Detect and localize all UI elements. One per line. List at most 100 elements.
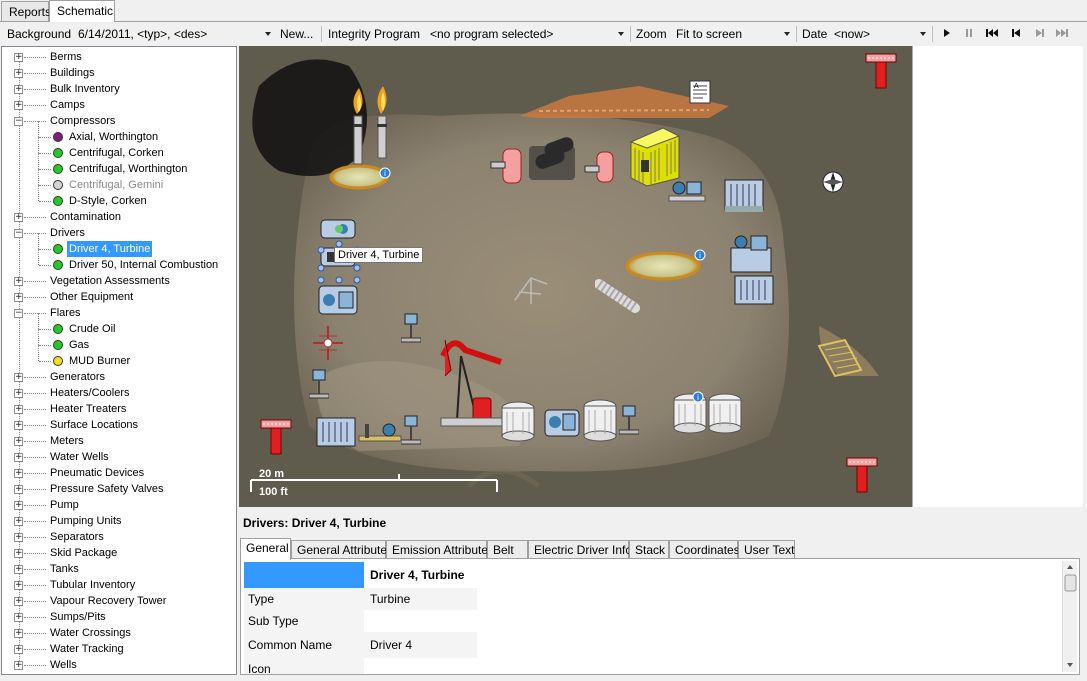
- asset-tree[interactable]: + Berms + Buildings + Bulk Inventory + Camps − Co…: [1, 46, 237, 675]
- tree-node-tubular-inventory[interactable]: + Tubular Inventory: [2, 577, 236, 593]
- chevron-down-icon[interactable]: [920, 32, 926, 36]
- grid-value[interactable]: [366, 658, 477, 674]
- expand-icon[interactable]: +: [14, 213, 23, 222]
- zoom-select[interactable]: Fit to screen: [676, 27, 792, 41]
- structure-icon[interactable]: [511, 274, 551, 306]
- expand-icon[interactable]: +: [14, 661, 23, 670]
- separator-group-icon[interactable]: [489, 134, 634, 192]
- info-icon[interactable]: i: [379, 167, 391, 179]
- tab-coordinates[interactable]: Coordinates: [669, 540, 740, 559]
- grid-row-common-name[interactable]: Common Name Driver 4: [244, 632, 477, 658]
- driver-ic-icon[interactable]: [317, 280, 361, 320]
- expand-icon[interactable]: +: [14, 437, 23, 446]
- flare-icon[interactable]: [347, 86, 397, 166]
- tab-user-text[interactable]: User Text: [738, 540, 795, 559]
- tab-emission-attributes[interactable]: Emission Attributes: [386, 540, 494, 559]
- grid-value[interactable]: [366, 610, 477, 632]
- tree-node-pressure-safety-valves[interactable]: + Pressure Safety Valves: [2, 481, 236, 497]
- pipe-icon[interactable]: [595, 278, 641, 314]
- valve-icon[interactable]: [313, 326, 343, 360]
- info-icon[interactable]: i: [692, 391, 704, 403]
- expand-icon[interactable]: +: [14, 69, 23, 78]
- schematic-map[interactable]: i i A Driver 4, Turbine i 20 m 100 ft: [239, 46, 912, 507]
- new-background-button[interactable]: New...: [280, 27, 313, 41]
- tree-node-camps[interactable]: + Camps: [2, 97, 236, 113]
- grid-row-icon[interactable]: Icon: [244, 658, 477, 674]
- grid-value[interactable]: Turbine: [366, 588, 477, 610]
- tree-node-skid-package[interactable]: + Skid Package: [2, 545, 236, 561]
- grid-value[interactable]: Driver 4: [366, 632, 477, 658]
- expand-icon[interactable]: +: [14, 597, 23, 606]
- tree-node-bulk-inventory[interactable]: + Bulk Inventory: [2, 81, 236, 97]
- tree-node-vapour-recovery-tower[interactable]: + Vapour Recovery Tower: [2, 593, 236, 609]
- expand-icon[interactable]: +: [14, 85, 23, 94]
- tree-leaf-d-style-corken[interactable]: D-Style, Corken: [2, 185, 236, 209]
- tree-node-generators[interactable]: + Generators: [2, 369, 236, 385]
- expand-icon[interactable]: +: [14, 613, 23, 622]
- meter-icon[interactable]: [309, 368, 329, 404]
- tree-node-buildings[interactable]: + Buildings: [2, 65, 236, 81]
- play-icon[interactable]: [941, 27, 953, 39]
- cattle-guard-icon[interactable]: [815, 336, 865, 380]
- tree-node-water-wells[interactable]: + Water Wells: [2, 449, 236, 465]
- tree-leaf-mud-burner[interactable]: MUD Burner: [2, 345, 236, 369]
- tank-icon[interactable]: [706, 392, 744, 434]
- tab-general[interactable]: General: [240, 538, 291, 560]
- expand-icon[interactable]: +: [14, 501, 23, 510]
- tree-node-sumps-pits[interactable]: + Sumps/Pits: [2, 609, 236, 625]
- wellhead-icon[interactable]: [259, 418, 293, 456]
- compressor-icon[interactable]: [723, 176, 767, 216]
- grid-row-subtype[interactable]: Sub Type: [244, 610, 477, 632]
- tree-node-meters[interactable]: + Meters: [2, 433, 236, 449]
- compressor-icon[interactable]: [733, 272, 777, 310]
- expand-icon[interactable]: +: [14, 293, 23, 302]
- compressor-icon[interactable]: [667, 176, 707, 206]
- tank-icon[interactable]: [499, 400, 537, 442]
- pause-icon[interactable]: [963, 27, 975, 39]
- expand-icon[interactable]: +: [14, 549, 23, 558]
- tree-node-contamination[interactable]: + Contamination: [2, 209, 236, 225]
- grid-row-type[interactable]: Type Turbine: [244, 588, 477, 610]
- tree-leaf-driver-50-internal-combustion[interactable]: Driver 50, Internal Combustion: [2, 249, 236, 273]
- step-forward-icon[interactable]: [1034, 27, 1046, 39]
- tree-node-water-crossings[interactable]: + Water Crossings: [2, 625, 236, 641]
- expand-icon[interactable]: +: [14, 373, 23, 382]
- expand-icon[interactable]: +: [14, 421, 23, 430]
- expand-icon[interactable]: +: [14, 277, 23, 286]
- expand-icon[interactable]: +: [14, 565, 23, 574]
- tab-electric-driver-info[interactable]: Electric Driver Info: [528, 540, 632, 559]
- document-icon[interactable]: A: [689, 80, 713, 106]
- details-grid[interactable]: Driver 4, Turbine Type Turbine Sub Type C…: [240, 558, 1080, 675]
- expand-icon[interactable]: +: [14, 405, 23, 414]
- expand-icon[interactable]: +: [14, 389, 23, 398]
- step-back-icon[interactable]: [1010, 27, 1022, 39]
- expand-icon[interactable]: +: [14, 101, 23, 110]
- meter-icon[interactable]: [619, 404, 639, 440]
- chevron-down-icon[interactable]: [265, 32, 271, 36]
- background-select[interactable]: 6/14/2011, <typ>, <des>: [78, 27, 274, 41]
- compass-icon[interactable]: [821, 170, 845, 194]
- compressor-icon[interactable]: [543, 406, 583, 440]
- chevron-down-icon[interactable]: [618, 32, 624, 36]
- collapse-icon[interactable]: −: [14, 309, 23, 318]
- wellhead-icon[interactable]: [845, 456, 879, 494]
- expand-icon[interactable]: +: [14, 581, 23, 590]
- tree-node-separators[interactable]: + Separators: [2, 529, 236, 545]
- tank-icon[interactable]: [581, 398, 619, 442]
- compressor-icon[interactable]: [315, 414, 359, 450]
- info-icon[interactable]: i: [694, 249, 706, 261]
- collapse-icon[interactable]: −: [14, 229, 23, 238]
- expand-icon[interactable]: +: [14, 53, 23, 62]
- expand-icon[interactable]: +: [14, 485, 23, 494]
- expand-icon[interactable]: +: [14, 645, 23, 654]
- integrity-program-select[interactable]: <no program selected>: [430, 27, 628, 41]
- meter-icon[interactable]: [401, 414, 421, 450]
- expand-icon[interactable]: +: [14, 469, 23, 478]
- tree-node-heater-treaters[interactable]: + Heater Treaters: [2, 401, 236, 417]
- meter-icon[interactable]: [401, 312, 421, 348]
- tree-node-pumping-units[interactable]: + Pumping Units: [2, 513, 236, 529]
- tab-belt[interactable]: Belt: [487, 540, 528, 559]
- tree-node-water-tracking[interactable]: + Water Tracking: [2, 641, 236, 657]
- tree-node-vegetation-assessments[interactable]: + Vegetation Assessments: [2, 273, 236, 289]
- rewind-to-start-icon[interactable]: [986, 27, 998, 39]
